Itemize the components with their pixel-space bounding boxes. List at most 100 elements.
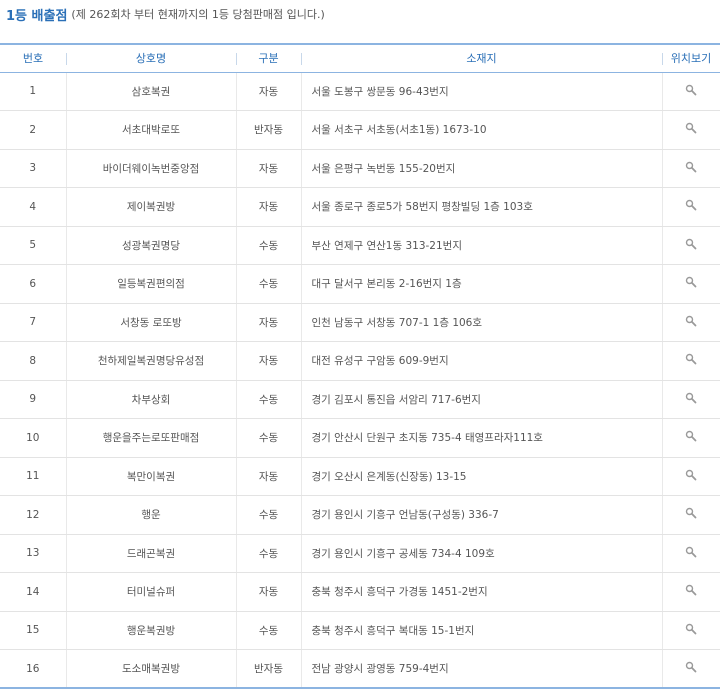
table-row: 5 성광복권명당 수동 부산 연제구 연산1동 313-21번지 — [0, 226, 720, 265]
table-row: 14 터미널슈퍼 자동 충북 청주시 흥덕구 가경동 1451-2번지 — [0, 572, 720, 612]
cell-number: 12 — [0, 495, 66, 535]
cell-store-name: 제이복권방 — [65, 187, 236, 227]
cell-address: 경기 김포시 통진읍 서암리 717-6번지 — [300, 380, 662, 419]
cell-type: 자동 — [235, 341, 301, 381]
cell-address: 경기 안산시 단원구 초지동 735-4 태영프라자111호 — [300, 418, 662, 458]
cell-address: 대전 유성구 구암동 609-9번지 — [300, 341, 662, 381]
cell-address: 충북 청주시 흥덕구 복대동 15-1번지 — [300, 611, 662, 650]
table-row: 4 제이복권방 자동 서울 종로구 종로5가 58번지 평창빌딩 1층 103호 — [0, 187, 720, 227]
cell-location — [661, 649, 720, 689]
table-row: 1 삼호복권 자동 서울 도봉구 쌍문동 96-43번지 — [0, 72, 720, 111]
magnifier-icon[interactable] — [685, 392, 697, 407]
cell-store-name: 삼호복권 — [65, 72, 236, 111]
table-row: 11 복만이복권 자동 경기 오산시 은계동(신장동) 13-15 — [0, 457, 720, 496]
cell-type: 수동 — [235, 264, 301, 304]
table-row: 6 일등복권편의점 수동 대구 달서구 본리동 2-16번지 1층 — [0, 264, 720, 304]
cell-address: 경기 용인시 기흥구 공세동 734-4 109호 — [300, 534, 662, 573]
magnifier-icon[interactable] — [685, 469, 697, 484]
cell-number: 16 — [0, 649, 66, 689]
cell-location — [661, 149, 720, 188]
cell-type: 자동 — [235, 303, 301, 342]
cell-number: 11 — [0, 457, 66, 496]
table-row: 9 차부상회 수동 경기 김포시 통진읍 서암리 717-6번지 — [0, 380, 720, 419]
column-header-address: 소재지 — [301, 43, 662, 73]
cell-store-name: 서초대박로또 — [65, 110, 236, 150]
cell-type: 자동 — [235, 572, 301, 612]
cell-address: 충북 청주시 흥덕구 가경동 1451-2번지 — [300, 572, 662, 612]
cell-type: 자동 — [235, 149, 301, 188]
cell-number: 2 — [0, 110, 66, 150]
cell-type: 수동 — [235, 611, 301, 650]
table-row: 3 바이더웨이녹번중앙점 자동 서울 은평구 녹번동 155-20번지 — [0, 149, 720, 188]
cell-location — [661, 264, 720, 304]
cell-number: 7 — [0, 303, 66, 342]
cell-number: 6 — [0, 264, 66, 304]
magnifier-icon[interactable] — [685, 507, 697, 522]
cell-address: 서울 종로구 종로5가 58번지 평창빌딩 1층 103호 — [300, 187, 662, 227]
magnifier-icon[interactable] — [685, 122, 697, 137]
cell-store-name: 행운을주는로또판매점 — [65, 418, 236, 458]
table-header-row: 번호 상호명 구분 소재지 위치보기 — [0, 43, 720, 73]
cell-address: 부산 연제구 연산1동 313-21번지 — [300, 226, 662, 265]
page-subtitle: (제 262회차 부터 현재까지의 1등 당첨판매점 입니다.) — [71, 8, 325, 21]
page-title: 1등 배출점 — [6, 8, 68, 24]
cell-location — [661, 226, 720, 265]
cell-address: 전남 광양시 광영동 759-4번지 — [300, 649, 662, 689]
cell-number: 5 — [0, 226, 66, 265]
cell-location — [661, 534, 720, 573]
magnifier-icon[interactable] — [685, 584, 697, 599]
magnifier-icon[interactable] — [685, 546, 697, 561]
cell-location — [661, 72, 720, 111]
cell-type: 수동 — [235, 418, 301, 458]
table-row: 13 드래곤복권 수동 경기 용인시 기흥구 공세동 734-4 109호 — [0, 534, 720, 573]
cell-location — [661, 611, 720, 650]
magnifier-icon[interactable] — [685, 353, 697, 368]
cell-location — [661, 418, 720, 458]
cell-number: 1 — [0, 72, 66, 111]
cell-location — [661, 457, 720, 496]
cell-address: 서울 도봉구 쌍문동 96-43번지 — [300, 72, 662, 111]
cell-type: 수동 — [235, 495, 301, 535]
magnifier-icon[interactable] — [685, 84, 697, 99]
winners-table-wrapper: 번호 상호명 구분 소재지 위치보기 1 삼호복권 자동 서울 도봉구 쌍문동 96-… — [0, 43, 720, 689]
cell-store-name: 서창동 로또방 — [65, 303, 236, 342]
cell-type: 반자동 — [235, 110, 301, 150]
cell-store-name: 복만이복권 — [65, 457, 236, 496]
cell-location — [661, 495, 720, 535]
table-row: 10 행운을주는로또판매점 수동 경기 안산시 단원구 초지동 735-4 태영프라자… — [0, 418, 720, 458]
cell-type: 수동 — [235, 226, 301, 265]
cell-type: 수동 — [235, 534, 301, 573]
cell-number: 3 — [0, 149, 66, 188]
cell-location — [661, 341, 720, 381]
cell-store-name: 차부상회 — [65, 380, 236, 419]
cell-address: 서울 서초구 서초동(서초1동) 1673-10 — [300, 110, 662, 150]
table-row: 2 서초대박로또 반자동 서울 서초구 서초동(서초1동) 1673-10 — [0, 110, 720, 150]
magnifier-icon[interactable] — [685, 161, 697, 176]
cell-type: 수동 — [235, 380, 301, 419]
cell-number: 14 — [0, 572, 66, 612]
section-header: 1등 배출점 (제 262회차 부터 현재까지의 1등 당첨판매점 입니다.) — [0, 0, 720, 28]
cell-store-name: 행운복권방 — [65, 611, 236, 650]
table-row: 7 서창동 로또방 자동 인천 남동구 서창동 707-1 1층 106호 — [0, 303, 720, 342]
cell-number: 4 — [0, 187, 66, 227]
magnifier-icon[interactable] — [685, 199, 697, 214]
cell-location — [661, 303, 720, 342]
magnifier-icon[interactable] — [685, 238, 697, 253]
cell-number: 15 — [0, 611, 66, 650]
cell-store-name: 일등복권편의점 — [65, 264, 236, 304]
magnifier-icon[interactable] — [685, 315, 697, 330]
cell-address: 경기 용인시 기흥구 언남동(구성동) 336-7 — [300, 495, 662, 535]
magnifier-icon[interactable] — [685, 430, 697, 445]
cell-location — [661, 380, 720, 419]
magnifier-icon[interactable] — [685, 276, 697, 291]
cell-store-name: 천하제일복권명당유성점 — [65, 341, 236, 381]
cell-number: 13 — [0, 534, 66, 573]
column-header-number: 번호 — [0, 43, 66, 73]
cell-store-name: 드래곤복권 — [65, 534, 236, 573]
cell-location — [661, 572, 720, 612]
magnifier-icon[interactable] — [685, 623, 697, 638]
magnifier-icon[interactable] — [685, 661, 697, 676]
table-body: 1 삼호복권 자동 서울 도봉구 쌍문동 96-43번지 2 서초대박로또 반자동 서울 서초… — [0, 72, 720, 689]
table-row: 15 행운복권방 수동 충북 청주시 흥덕구 복대동 15-1번지 — [0, 611, 720, 650]
cell-store-name: 도소매복권방 — [65, 649, 236, 689]
